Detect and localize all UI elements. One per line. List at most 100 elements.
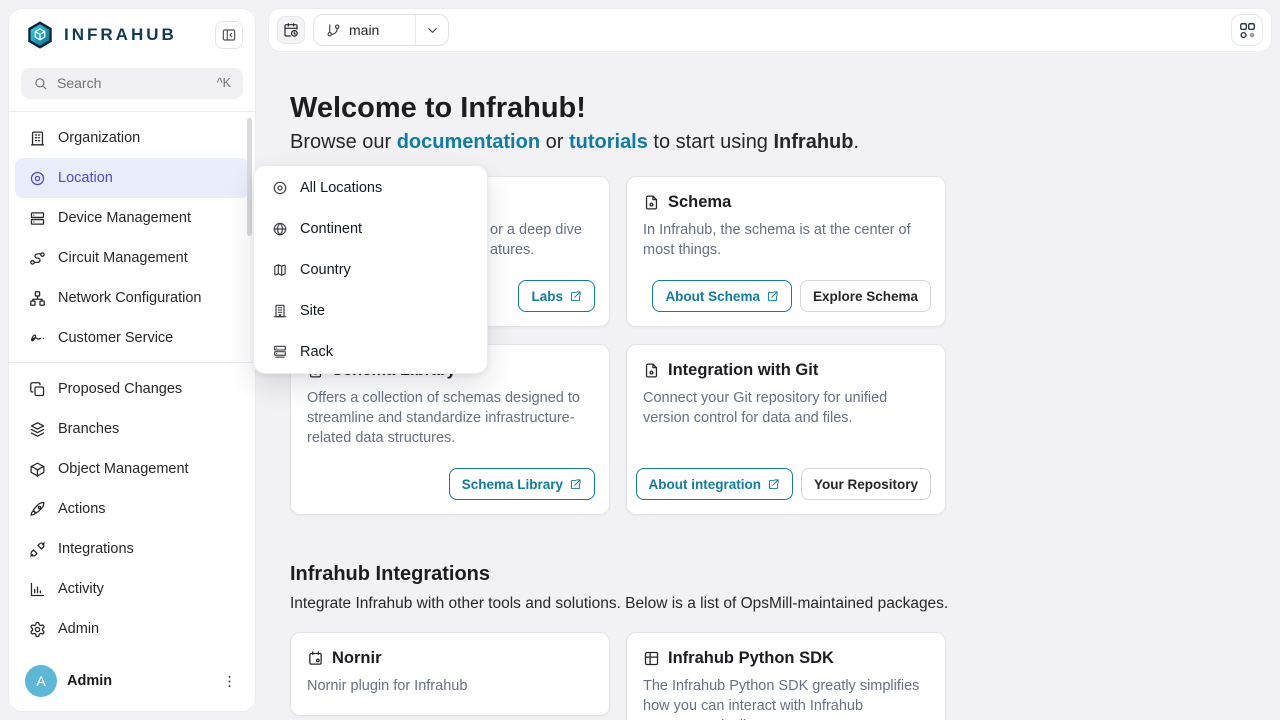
workflow-button[interactable] xyxy=(1231,14,1263,46)
menu-item-all-locations[interactable]: All Locations xyxy=(254,167,487,208)
box-icon xyxy=(29,461,46,478)
labs-button[interactable]: Labs xyxy=(518,280,595,312)
card-title: Schema xyxy=(668,193,731,212)
search-icon xyxy=(33,76,48,91)
card-description: In Infrahub, the schema is at the center… xyxy=(627,212,945,260)
card-description: The Infrahub Python SDK greatly simplifi… xyxy=(627,668,945,720)
user-menu[interactable]: A Admin xyxy=(9,655,255,707)
brand-bold: Infrahub xyxy=(774,131,854,153)
menu-item-label: All Locations xyxy=(300,180,382,196)
time-travel-button[interactable] xyxy=(277,16,305,44)
sidebar-item-organization[interactable]: Organization xyxy=(15,118,249,158)
sidebar-item-label: Activity xyxy=(58,581,104,597)
sidebar-item-customer-service[interactable]: Customer Service xyxy=(15,318,249,358)
card-git-integration: Integration with Git Connect your Git re… xyxy=(626,344,946,515)
globe-icon xyxy=(272,221,288,237)
sidebar-scrollbar[interactable] xyxy=(247,118,252,236)
page-title: Welcome to Infrahub! xyxy=(290,92,586,125)
sidebar-item-label: Organization xyxy=(58,130,140,146)
sidebar-item-device-management[interactable]: Device Management xyxy=(15,198,249,238)
gear-icon xyxy=(29,621,46,638)
building-icon xyxy=(29,130,46,147)
branch-selector[interactable]: main xyxy=(313,14,449,46)
card-title-row: Integration with Git xyxy=(627,345,945,380)
sidebar-item-label: Proposed Changes xyxy=(58,381,182,397)
handshake-icon xyxy=(29,330,46,347)
sidebar-item-location[interactable]: Location xyxy=(15,158,249,198)
subtitle-text: or xyxy=(540,131,569,153)
card-nornir: Nornir Nornir plugin for Infrahub xyxy=(290,632,610,716)
logo-row: INFRAHUB xyxy=(9,13,255,58)
integrations-title: Infrahub Integrations xyxy=(290,563,490,586)
documentation-link[interactable]: documentation xyxy=(397,131,540,153)
sidebar-item-branches[interactable]: Branches xyxy=(15,409,249,449)
rocket-icon xyxy=(29,501,46,518)
file-icon xyxy=(643,362,660,379)
sidebar-item-network-configuration[interactable]: Network Configuration xyxy=(15,278,249,318)
card-description: Offers a collection of schemas designed … xyxy=(291,380,609,448)
menu-item-label: Site xyxy=(300,303,325,319)
location-dropdown-menu: All Locations Continent Country Site Rac… xyxy=(253,165,488,374)
kebab-icon xyxy=(221,673,238,690)
package-icon xyxy=(307,650,324,667)
your-repository-button[interactable]: Your Repository xyxy=(801,468,931,500)
menu-item-site[interactable]: Site xyxy=(254,290,487,331)
about-schema-button[interactable]: About Schema xyxy=(652,280,792,312)
search-shortcut: ^K xyxy=(217,76,231,90)
subtitle-text: . xyxy=(854,131,860,153)
layers-icon xyxy=(29,421,46,438)
branch-selector-value[interactable]: main xyxy=(314,15,415,45)
avatar: A xyxy=(25,665,57,697)
card-title-row: Nornir xyxy=(291,633,609,668)
menu-item-country[interactable]: Country xyxy=(254,249,487,290)
card-title: Infrahub Python SDK xyxy=(668,649,834,668)
explore-schema-button[interactable]: Explore Schema xyxy=(800,280,931,312)
integrations-subtitle: Integrate Infrahub with other tools and … xyxy=(290,595,948,613)
menu-item-continent[interactable]: Continent xyxy=(254,208,487,249)
sidebar-item-proposed-changes[interactable]: Proposed Changes xyxy=(15,369,249,409)
map-pin-icon xyxy=(29,170,46,187)
sidebar-item-label: Device Management xyxy=(58,210,191,226)
card-python-sdk: Infrahub Python SDK The Infrahub Python … xyxy=(626,632,946,720)
search-placeholder: Search xyxy=(57,75,217,91)
subtitle-text: to start using xyxy=(648,131,774,153)
external-link-icon xyxy=(767,478,780,491)
chevron-down-icon xyxy=(425,23,440,38)
sidebar-item-integrations[interactable]: Integrations xyxy=(15,529,249,569)
branch-selector-caret[interactable] xyxy=(415,15,448,45)
menu-item-label: Continent xyxy=(300,221,362,237)
sidebar-item-label: Location xyxy=(58,170,113,186)
user-options-button[interactable] xyxy=(217,669,241,693)
sidebar-item-object-management[interactable]: Object Management xyxy=(15,449,249,489)
search-input[interactable]: Search ^K xyxy=(21,68,243,100)
brand-name: INFRAHUB xyxy=(64,25,215,45)
sidebar-item-admin[interactable]: Admin xyxy=(15,609,249,649)
sidebar-item-label: Customer Service xyxy=(58,330,173,346)
top-bar: main xyxy=(268,8,1272,52)
page-subtitle: Browse our documentation or tutorials to… xyxy=(290,131,859,154)
card-description: Nornir plugin for Infrahub xyxy=(291,668,609,696)
sidebar-item-label: Object Management xyxy=(58,461,189,477)
schema-library-button[interactable]: Schema Library xyxy=(449,468,595,500)
card-description: or a deep dive atures. xyxy=(490,220,582,260)
panel-collapse-icon xyxy=(221,27,237,43)
route-icon xyxy=(29,250,46,267)
menu-item-rack[interactable]: Rack xyxy=(254,331,487,372)
git-branch-icon xyxy=(326,23,341,38)
subtitle-text: Browse our xyxy=(290,131,397,153)
rack-icon xyxy=(272,344,288,360)
infrahub-logo-icon xyxy=(25,20,55,50)
tutorials-link[interactable]: tutorials xyxy=(569,131,648,153)
sidebar-item-label: Admin xyxy=(58,621,99,637)
about-integration-button[interactable]: About integration xyxy=(636,468,793,500)
external-link-icon xyxy=(766,290,779,303)
sidebar-item-label: Actions xyxy=(58,501,106,517)
sidebar-item-circuit-management[interactable]: Circuit Management xyxy=(15,238,249,278)
plug-icon xyxy=(29,541,46,558)
network-icon xyxy=(29,290,46,307)
diff-icon xyxy=(29,381,46,398)
sidebar-item-activity[interactable]: Activity xyxy=(15,569,249,609)
sidebar-collapse-button[interactable] xyxy=(215,21,243,49)
sidebar-item-label: Circuit Management xyxy=(58,250,188,266)
sidebar-item-actions[interactable]: Actions xyxy=(15,489,249,529)
